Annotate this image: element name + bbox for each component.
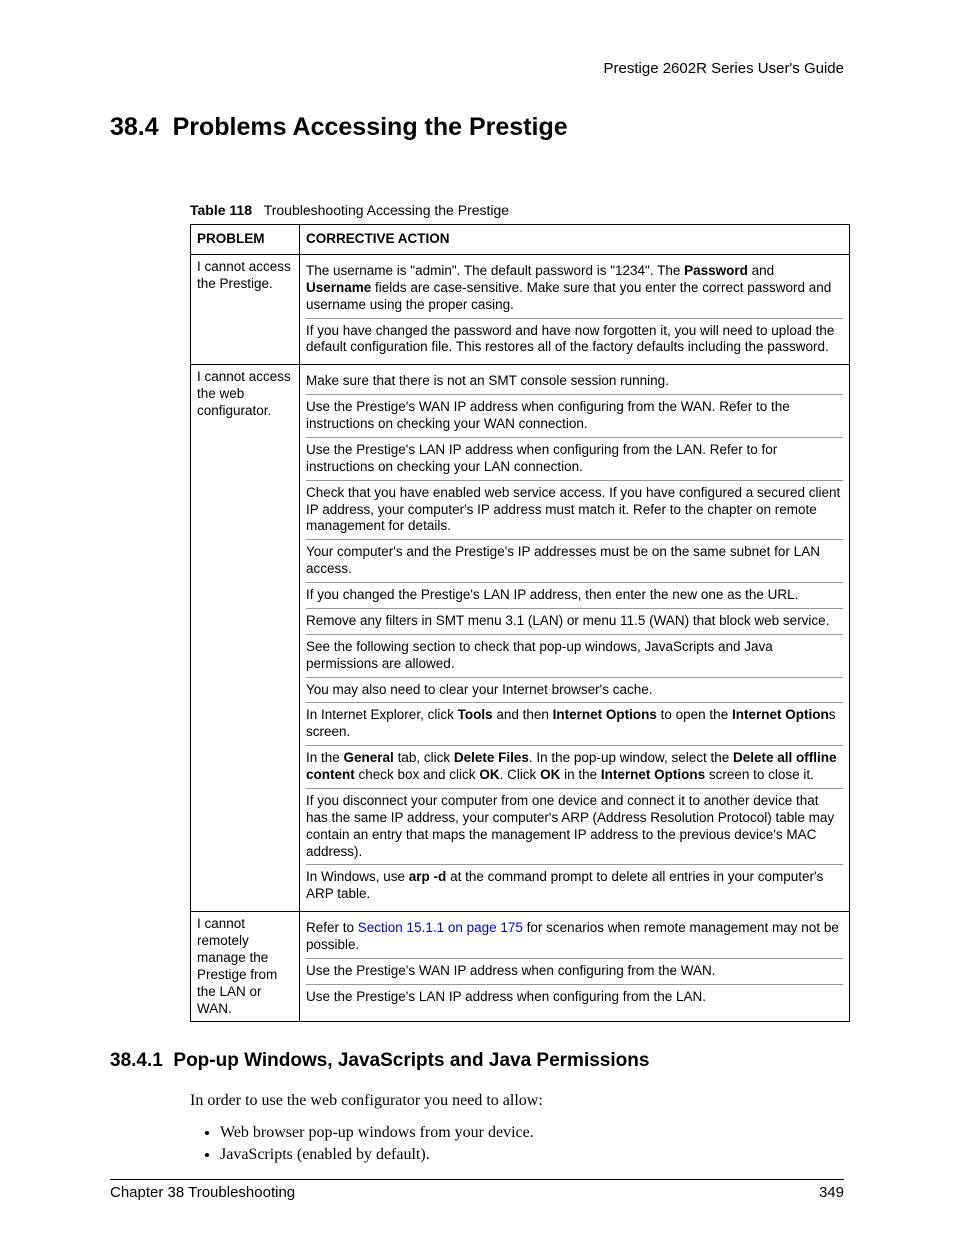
table-row: I cannot access the Prestige.The usernam… <box>191 254 850 364</box>
action-paragraph: Use the Prestige's LAN IP address when c… <box>306 984 843 1010</box>
table-caption-text: Troubleshooting Accessing the Prestige <box>264 202 509 218</box>
subsection-title: Pop-up Windows, JavaScripts and Java Per… <box>173 1050 649 1071</box>
problem-cell: I cannot remotely manage the Prestige fr… <box>191 912 300 1022</box>
list-item: Web browser pop-up windows from your dev… <box>220 1124 844 1142</box>
section-number: 38.4 <box>110 113 159 141</box>
action-paragraph: The username is "admin". The default pas… <box>306 259 843 318</box>
troubleshooting-table: PROBLEM CORRECTIVE ACTION I cannot acces… <box>190 224 850 1022</box>
action-paragraph: Your computer's and the Prestige's IP ad… <box>306 539 843 582</box>
guide-title: Prestige 2602R Series User's Guide <box>604 60 844 77</box>
section-title: Problems Accessing the Prestige <box>173 113 568 141</box>
action-paragraph: In Windows, use arp -d at the command pr… <box>306 864 843 907</box>
action-cell: The username is "admin". The default pas… <box>300 254 850 364</box>
footer-page: 349 <box>819 1184 844 1201</box>
subsection-number: 38.4.1 <box>110 1050 163 1071</box>
footer-chapter: Chapter 38 Troubleshooting <box>110 1184 295 1201</box>
action-paragraph: Use the Prestige's WAN IP address when c… <box>306 394 843 437</box>
table-header-row: PROBLEM CORRECTIVE ACTION <box>191 225 850 255</box>
action-paragraph: You may also need to clear your Internet… <box>306 677 843 703</box>
cross-reference[interactable]: Section 15.1.1 on page 175 <box>358 920 523 935</box>
table-label: Table 118 <box>190 202 252 218</box>
action-paragraph: Use the Prestige's LAN IP address when c… <box>306 437 843 480</box>
action-paragraph: Make sure that there is not an SMT conso… <box>306 369 843 394</box>
section-heading: 38.4 Problems Accessing the Prestige <box>110 113 844 142</box>
action-cell: Refer to Section 15.1.1 on page 175 for … <box>300 912 850 1022</box>
subsection-heading: 38.4.1 Pop-up Windows, JavaScripts and J… <box>110 1050 844 1072</box>
action-paragraph: See the following section to check that … <box>306 634 843 677</box>
action-paragraph: Check that you have enabled web service … <box>306 480 843 540</box>
running-header: Prestige 2602R Series User's Guide <box>110 60 844 77</box>
col-action: CORRECTIVE ACTION <box>300 225 850 255</box>
body-intro: In order to use the web configurator you… <box>190 1092 844 1110</box>
action-paragraph: Refer to Section 15.1.1 on page 175 for … <box>306 916 843 958</box>
action-paragraph: If you disconnect your computer from one… <box>306 788 843 865</box>
action-paragraph: In the General tab, click Delete Files. … <box>306 745 843 788</box>
table-caption: Table 118 Troubleshooting Accessing the … <box>190 202 844 218</box>
col-problem: PROBLEM <box>191 225 300 255</box>
page-footer: Chapter 38 Troubleshooting 349 <box>110 1179 844 1201</box>
body-bullets: Web browser pop-up windows from your dev… <box>220 1124 844 1164</box>
action-paragraph: Remove any filters in SMT menu 3.1 (LAN)… <box>306 608 843 634</box>
action-cell: Make sure that there is not an SMT conso… <box>300 365 850 912</box>
list-item: JavaScripts (enabled by default). <box>220 1146 844 1164</box>
table-row: I cannot remotely manage the Prestige fr… <box>191 912 850 1022</box>
problem-cell: I cannot access the web configurator. <box>191 365 300 912</box>
action-paragraph: If you have changed the password and hav… <box>306 318 843 361</box>
action-paragraph: Use the Prestige's WAN IP address when c… <box>306 958 843 984</box>
table-row: I cannot access the web configurator.Mak… <box>191 365 850 912</box>
action-paragraph: In Internet Explorer, click Tools and th… <box>306 702 843 745</box>
action-paragraph: If you changed the Prestige's LAN IP add… <box>306 582 843 608</box>
problem-cell: I cannot access the Prestige. <box>191 254 300 364</box>
page: Prestige 2602R Series User's Guide 38.4 … <box>0 0 954 1235</box>
